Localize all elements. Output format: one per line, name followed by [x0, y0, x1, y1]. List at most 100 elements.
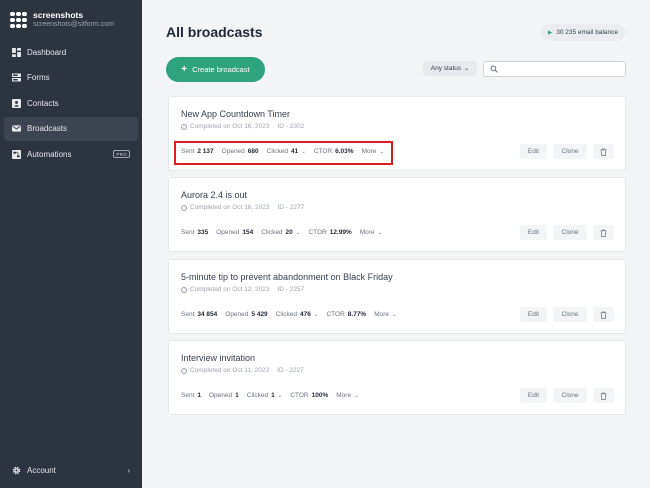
search-box[interactable] — [483, 61, 626, 77]
clone-button[interactable]: Clone — [553, 144, 587, 159]
stat-opened: Opened 1 — [209, 392, 239, 399]
search-input[interactable] — [502, 65, 622, 73]
trash-icon — [600, 311, 607, 319]
forms-icon — [12, 73, 21, 82]
contacts-icon — [12, 98, 21, 108]
broadcast-id: ID - 2227 — [277, 367, 304, 374]
edit-button[interactable]: Edit — [520, 307, 547, 322]
stat-ctor: CTOR 100% — [290, 392, 329, 399]
stat-sent-value: 335 — [197, 229, 209, 236]
broadcast-title[interactable]: 5-minute tip to prevent abandonment on B… — [181, 272, 393, 282]
stat-opened-value: 1 — [235, 392, 239, 399]
chevron-down-icon: ⌄ — [277, 392, 283, 399]
broadcast-meta: ✓ Completed on Oct 16, 2023 ID - 2277 — [181, 204, 304, 211]
stat-opened: Opened 5 429 — [225, 311, 268, 318]
broadcast-meta: ✓ Completed on Oct 12, 2023 ID - 2257 — [181, 286, 304, 293]
check-circle-icon: ✓ — [181, 123, 187, 130]
clone-button[interactable]: Clone — [553, 225, 587, 240]
chevron-right-icon: › — [127, 465, 130, 475]
stat-sent: Sent 335 — [181, 229, 209, 236]
stat-opened: Opened 680 — [221, 148, 259, 155]
sidebar-item-forms[interactable]: Forms — [4, 66, 138, 90]
trash-icon — [600, 392, 607, 400]
delete-button[interactable] — [593, 307, 614, 322]
mail-icon — [12, 124, 21, 133]
broadcast-meta: ✓ Completed on Oct 11, 2023 ID - 2227 — [181, 367, 304, 374]
clone-button[interactable]: Clone — [553, 388, 587, 403]
sidebar-item-automations[interactable]: Automations PRO — [4, 142, 138, 166]
more-dropdown[interactable]: More ⌄ — [374, 311, 396, 318]
broadcast-completed: Completed on Oct 16, 2023 — [190, 123, 270, 130]
delete-button[interactable] — [593, 388, 614, 403]
check-circle-icon: ✓ — [181, 204, 187, 211]
chevron-down-icon: ⌄ — [377, 229, 383, 236]
chevron-down-icon: ⌄ — [464, 66, 470, 72]
sidebar-item-label: Forms — [27, 73, 50, 82]
email-balance-badge[interactable]: ▶ 30 235 email balance — [540, 24, 625, 41]
broadcast-id: ID - 2302 — [277, 123, 305, 130]
stat-opened-value: 154 — [242, 229, 254, 236]
account-label: Account — [27, 465, 56, 475]
broadcast-title[interactable]: New App Countdown Timer — [181, 109, 290, 119]
broadcast-actions: Edit Clone — [514, 388, 614, 403]
stat-ctor: CTOR 8.77% — [326, 311, 367, 318]
chevron-down-icon: ⌄ — [295, 229, 301, 236]
broadcast-stats: Sent 34 854 Opened 5 429 Clicked 476 ⌄ CTOR 8… — [181, 311, 405, 318]
stat-ctor: CTOR 12.99% — [308, 229, 352, 236]
edit-button[interactable]: Edit — [520, 388, 547, 403]
stat-ctor-value: 12.99% — [329, 229, 352, 236]
sidebar-item-label: Contacts — [27, 98, 59, 108]
broadcast-card: Interview invitation ✓ Completed on Oct … — [168, 340, 626, 415]
more-dropdown[interactable]: More ⌄ — [336, 392, 358, 399]
stat-sent-value: 2 137 — [197, 148, 214, 155]
delete-button[interactable] — [593, 225, 614, 240]
broadcast-completed: Completed on Oct 16, 2023 — [190, 204, 270, 211]
sidebar-item-label: Dashboard — [27, 47, 67, 57]
stat-clicked-value: 20 — [285, 229, 293, 236]
broadcast-card: New App Countdown Timer ✓ Completed on O… — [168, 96, 626, 171]
broadcast-completed: Completed on Oct 12, 2023 — [190, 286, 270, 293]
broadcast-id: ID - 2257 — [277, 286, 305, 293]
plus-icon: + — [181, 64, 188, 75]
sidebar-item-contacts[interactable]: Contacts — [4, 91, 138, 115]
edit-button[interactable]: Edit — [520, 144, 547, 159]
workspace-name: screenshots — [33, 10, 84, 21]
stat-clicked-dropdown[interactable]: Clicked 1 ⌄ — [247, 392, 283, 399]
sidebar-item-broadcasts[interactable]: Broadcasts — [4, 116, 138, 141]
broadcast-title[interactable]: Interview invitation — [181, 353, 255, 363]
stat-clicked-dropdown[interactable]: Clicked 20 ⌄ — [261, 229, 300, 236]
status-filter-select[interactable]: Any status ⌄ — [423, 61, 477, 76]
trash-icon — [600, 148, 607, 156]
stat-opened: Opened 154 — [216, 229, 254, 236]
trash-icon — [600, 229, 607, 237]
broadcast-id: ID - 2277 — [277, 204, 305, 211]
delete-button[interactable] — [593, 144, 614, 159]
more-dropdown[interactable]: More ⌄ — [360, 229, 382, 236]
search-icon — [490, 65, 498, 73]
stat-ctor-value: 6.03% — [335, 148, 354, 155]
broadcast-title[interactable]: Aurora 2.4 is out — [181, 190, 247, 200]
broadcast-actions: Edit Clone — [514, 225, 614, 240]
clone-button[interactable]: Clone — [553, 307, 587, 322]
automations-icon — [12, 149, 21, 159]
stat-ctor: CTOR 6.03% — [313, 148, 354, 155]
stat-clicked-value: 41 — [290, 148, 299, 155]
workspace-email: screenshots@sitform.com — [33, 20, 115, 28]
stat-clicked-value: 476 — [300, 311, 311, 318]
sidebar-item-dashboard[interactable]: Dashboard — [4, 40, 138, 64]
sidebar-item-label: Broadcasts — [27, 124, 68, 133]
workspace-switcher[interactable]: screenshots screenshots@sitform.com — [0, 0, 142, 34]
edit-button[interactable]: Edit — [520, 225, 547, 240]
stat-clicked-dropdown[interactable]: Clicked 41 ⌄ — [267, 148, 306, 155]
stat-clicked-dropdown[interactable]: Clicked 476 ⌄ — [276, 311, 319, 318]
broadcast-actions: Edit Clone — [514, 144, 614, 159]
broadcast-card: Aurora 2.4 is out ✓ Completed on Oct 16,… — [168, 177, 626, 252]
email-balance-text: 30 235 email balance — [556, 29, 618, 36]
main-content: All broadcasts ▶ 30 235 email balance + … — [142, 0, 650, 488]
account-menu[interactable]: Account › — [4, 458, 138, 482]
more-dropdown[interactable]: More ⌄ — [362, 148, 384, 155]
create-broadcast-button[interactable]: + Create broadcast — [166, 57, 265, 82]
stat-ctor-value: 100% — [311, 392, 329, 399]
sidebar-item-label: Automations — [27, 149, 72, 159]
broadcast-card: 5-minute tip to prevent abandonment on B… — [168, 259, 626, 334]
